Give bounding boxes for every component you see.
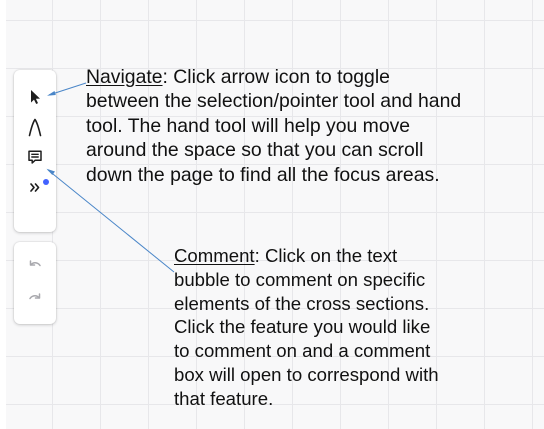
annotation-line: that feature. bbox=[174, 387, 274, 409]
annotation-line: tool. The hand tool will help you move bbox=[86, 114, 411, 137]
pen-icon bbox=[28, 118, 42, 137]
redo-button[interactable] bbox=[17, 280, 53, 310]
more-tools-button[interactable] bbox=[17, 172, 53, 202]
undo-icon bbox=[29, 260, 41, 267]
redo-icon bbox=[29, 293, 41, 300]
annotation-line: between the selection/pointer tool and h… bbox=[86, 90, 462, 113]
annotation-line: to comment on and a comment bbox=[174, 340, 431, 362]
canvas-left-edge bbox=[0, 0, 6, 429]
pen-tool-button[interactable] bbox=[17, 112, 53, 142]
double-chevron-icon bbox=[30, 183, 40, 192]
undo-button[interactable] bbox=[17, 250, 53, 280]
annotation-line: box will open to correspond with bbox=[174, 363, 439, 385]
annotation-line: Comment: Click on the text bbox=[174, 245, 398, 266]
comment-annotation: Comment: Click on the text bubble to com… bbox=[174, 244, 534, 429]
navigate-annotation: Navigate: Click arrow icon to toggle bet… bbox=[86, 65, 544, 187]
annotation-line: elements of the cross sections. bbox=[174, 292, 430, 314]
new-indicator-dot bbox=[43, 179, 49, 185]
annotation-line: around the space so that you can scroll bbox=[86, 139, 424, 162]
annotation-title: Comment bbox=[174, 245, 255, 266]
annotation-line: Click the feature you would like bbox=[174, 316, 431, 338]
annotation-line: bubble to comment on specific bbox=[174, 268, 426, 290]
cursor-arrow-icon bbox=[31, 90, 40, 104]
history-toolbar bbox=[14, 242, 56, 324]
main-toolbar bbox=[14, 70, 56, 232]
select-tool-button[interactable] bbox=[17, 82, 53, 112]
annotation-line: Navigate: Click arrow icon to toggle bbox=[86, 66, 390, 88]
annotation-line: down the page to find all the focus area… bbox=[86, 163, 440, 186]
comment-tool-button[interactable] bbox=[17, 142, 53, 172]
annotation-title: Navigate bbox=[86, 66, 163, 88]
comment-bubble-icon bbox=[28, 150, 42, 164]
